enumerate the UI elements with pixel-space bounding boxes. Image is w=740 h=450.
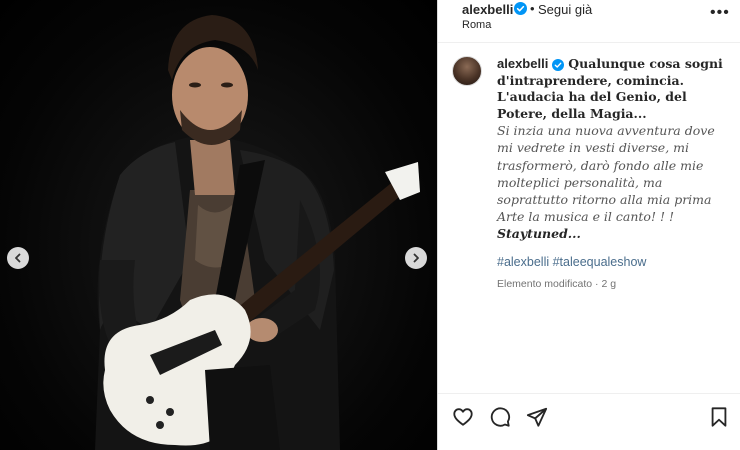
following-button[interactable]: Segui già: [538, 2, 592, 17]
previous-photo-button[interactable]: [7, 247, 29, 269]
save-button[interactable]: [708, 406, 730, 433]
post-photo[interactable]: [0, 0, 437, 450]
more-options-button[interactable]: •••: [710, 4, 730, 22]
post-header: alexbelli • Segui già Roma •••: [438, 0, 740, 43]
paper-plane-icon: [526, 407, 548, 427]
hashtag-list: #alexbelli #taleequaleshow: [497, 255, 646, 269]
hashtag-taleequaleshow[interactable]: #taleequaleshow: [553, 255, 647, 269]
next-photo-button[interactable]: [405, 247, 427, 269]
separator-dot: •: [530, 1, 535, 16]
hashtag-alexbelli[interactable]: #alexbelli: [497, 255, 549, 269]
share-button[interactable]: [526, 406, 548, 433]
verified-badge-icon: [514, 2, 527, 15]
post-caption: alexbelli Qualunque cosa sogni d'intrapr…: [497, 56, 733, 242]
caption-username[interactable]: alexbelli: [497, 56, 548, 71]
post-details-panel: alexbelli • Segui già Roma ••• alexbelli…: [438, 0, 740, 450]
guitarist-photo: [95, 15, 420, 450]
header-username[interactable]: alexbelli: [462, 2, 513, 17]
comment-bubble-icon: [490, 407, 511, 427]
post-location[interactable]: Roma: [462, 19, 491, 31]
chevron-right-icon: [413, 253, 419, 263]
caption-signoff: Staytuned...: [497, 225, 581, 241]
comment-button[interactable]: [489, 406, 511, 433]
action-bar: [438, 393, 740, 450]
caption-body: Si inzia una nuova avventura dove mi ved…: [497, 123, 715, 225]
avatar[interactable]: [452, 56, 482, 86]
heart-icon: [453, 408, 473, 426]
verified-badge-icon: [552, 58, 565, 71]
chevron-left-icon: [15, 253, 21, 263]
like-button[interactable]: [452, 406, 474, 433]
bookmark-icon: [711, 407, 727, 427]
edited-timestamp: Elemento modificato · 2 g: [497, 278, 617, 290]
